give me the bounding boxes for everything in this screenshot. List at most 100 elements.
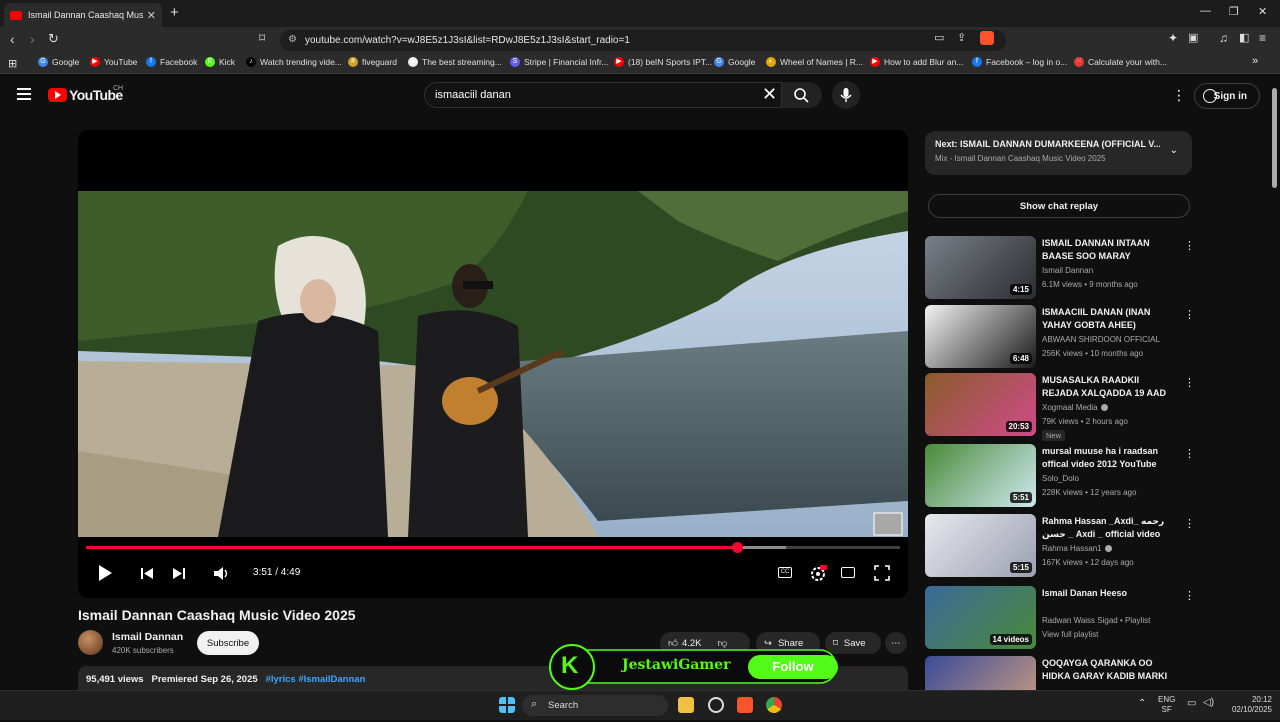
- language-indicator[interactable]: ENG SF: [1158, 695, 1175, 715]
- video-thumbnail[interactable]: 20:53: [925, 373, 1036, 436]
- more-options-icon[interactable]: ⋮: [1184, 308, 1195, 321]
- next-button[interactable]: [172, 567, 186, 580]
- previous-button[interactable]: [140, 567, 154, 580]
- video-thumbnail[interactable]: 5:51: [925, 444, 1036, 507]
- voice-search-button[interactable]: [832, 81, 860, 109]
- scrubber-handle[interactable]: [732, 542, 744, 553]
- bookmark-item[interactable]: G Google: [38, 57, 79, 67]
- file-explorer-icon[interactable]: [678, 697, 694, 713]
- apps-grid-icon[interactable]: ⊞: [8, 57, 17, 70]
- video-thumbnail[interactable]: 5:15: [925, 514, 1036, 577]
- captions-button[interactable]: CC: [778, 567, 792, 578]
- tray-overflow-icon[interactable]: ⌃: [1138, 699, 1146, 709]
- menu-icon[interactable]: ≡: [1259, 31, 1266, 45]
- video-thumbnail[interactable]: 4:15: [925, 236, 1036, 299]
- more-options-icon[interactable]: ⋮: [1184, 589, 1195, 602]
- fullscreen-button[interactable]: [874, 565, 890, 581]
- video-channel[interactable]: Radwan Waiss Sigad • Playlist: [1042, 616, 1150, 625]
- bookmark-item[interactable]: S Stripe | Financial Infr...: [510, 57, 608, 67]
- recommended-video[interactable]: 20:53 MUSASALKA RAADKII REJADA XALQADDA 1…: [925, 373, 1195, 441]
- browser-tab-active[interactable]: Ismail Dannan Caashaq Music Vi ✕: [4, 3, 162, 27]
- share-page-icon[interactable]: ⇪: [957, 31, 966, 44]
- sign-in-button[interactable]: Sign in: [1194, 83, 1260, 109]
- video-player[interactable]: 3:51 / 4:49 CC: [78, 130, 908, 598]
- up-next-card[interactable]: Next: ISMAIL DANNAN DUMARKEENA (OFFICIAL…: [925, 131, 1192, 175]
- recommended-video[interactable]: 14 videos Ismail Danan Heeso Radwan Waiss …: [925, 586, 1195, 652]
- minimize-button[interactable]: —: [1200, 5, 1211, 17]
- network-icon[interactable]: ▭: [1187, 699, 1196, 709]
- search-button[interactable]: [782, 82, 822, 108]
- bookmark-item[interactable]: ◐ Wheel of Names | R...: [766, 57, 863, 67]
- more-options-icon[interactable]: ⋮: [1184, 239, 1195, 252]
- taskbar-search[interactable]: ⌕ Search: [522, 695, 668, 716]
- more-actions-button[interactable]: ⋯: [885, 632, 907, 654]
- clock[interactable]: 20:12 02/10/2025: [1222, 695, 1272, 715]
- back-button[interactable]: ‹: [10, 31, 15, 47]
- video-title[interactable]: Ismail Danan Heeso: [1042, 587, 1178, 600]
- hamburger-menu-icon[interactable]: [17, 88, 31, 100]
- video-title[interactable]: mursal muuse ha i raadsan offical video …: [1042, 445, 1178, 471]
- address-bar[interactable]: ⚙ youtube.com/watch?v=wJ8E5z1J3sI&list=R…: [280, 30, 1006, 51]
- more-options-icon[interactable]: ⋮: [1184, 376, 1195, 389]
- channel-name[interactable]: Ismail Dannan: [112, 631, 183, 643]
- follow-button[interactable]: Follow: [748, 655, 838, 679]
- settings-app-icon[interactable]: [708, 697, 724, 713]
- settings-gear-icon[interactable]: [809, 564, 827, 582]
- show-chat-replay-button[interactable]: Show chat replay: [928, 194, 1190, 218]
- recommended-video[interactable]: 5:51 mursal muuse ha i raadsan offical vi…: [925, 444, 1195, 510]
- bookmark-item[interactable]: G Google: [714, 57, 755, 67]
- bookmark-item[interactable]: f Facebook: [146, 57, 197, 67]
- recommended-video[interactable]: 4:15 ISMAIL DANNAN INTAAN BAASE SOO MARAY…: [925, 236, 1195, 302]
- video-title[interactable]: ISMAIL DANNAN INTAAN BAASE SOO MARAY OFF…: [1042, 237, 1178, 264]
- cast-icon[interactable]: ▭: [934, 31, 944, 44]
- clear-search-icon[interactable]: ✕: [762, 84, 777, 105]
- extensions-icon[interactable]: ✦: [1168, 31, 1178, 45]
- bookmark-item[interactable]: ♪ Watch trending vide...: [246, 57, 342, 67]
- bookmark-item[interactable]: # fiveguard: [348, 57, 397, 67]
- channel-watermark[interactable]: [873, 512, 903, 536]
- video-channel[interactable]: ABWAAN SHIRDOON OFFICIAL: [1042, 335, 1160, 344]
- more-bookmarks-button[interactable]: »: [1252, 55, 1258, 67]
- recommended-video[interactable]: 6:48 ISMAACIIL DANAN (INAN YAHAY GOBTA AH…: [925, 305, 1195, 371]
- video-channel[interactable]: Ismail Dannan: [1042, 266, 1093, 275]
- bookmark-item[interactable]: f Facebook – log in o...: [972, 57, 1067, 67]
- bookmark-item[interactable]: ▶ How to add Blur an...: [870, 57, 963, 67]
- settings-more-icon[interactable]: ⋮: [1172, 87, 1186, 104]
- volume-button[interactable]: [213, 566, 231, 581]
- more-options-icon[interactable]: ⋮: [1184, 517, 1195, 530]
- video-channel[interactable]: Xogmaal Media: [1042, 403, 1108, 412]
- miniplayer-button[interactable]: [841, 567, 855, 578]
- brave-shield-icon[interactable]: [980, 31, 994, 45]
- brave-browser-icon[interactable]: [737, 697, 753, 713]
- video-channel[interactable]: Solo_Dolo: [1042, 474, 1079, 483]
- bookmark-item[interactable]: ▶ (18) beIN Sports IPT...: [614, 57, 712, 67]
- chevron-down-icon[interactable]: ⌄: [1170, 145, 1178, 156]
- wallet-icon[interactable]: ▣: [1188, 31, 1198, 44]
- video-title[interactable]: Rahma Hassan _Axdi_ رحمه حسن _ Axdi _ of…: [1042, 515, 1178, 542]
- bookmark-item[interactable]: ⁙ Calculate your with...: [1074, 57, 1167, 67]
- video-thumbnail[interactable]: 14 videos: [925, 586, 1036, 649]
- hashtags[interactable]: #lyrics #IsmailDannan: [266, 674, 366, 685]
- forward-button[interactable]: ›: [30, 31, 35, 47]
- bookmark-item[interactable]: K Kick: [205, 57, 235, 67]
- recommended-video[interactable]: 5:15 Rahma Hassan _Axdi_ رحمه حسن _ Axdi …: [925, 514, 1195, 580]
- sidebar-icon[interactable]: ◧: [1239, 31, 1249, 44]
- progress-bar[interactable]: [86, 542, 900, 553]
- search-input[interactable]: ismaaciil danan: [424, 82, 782, 108]
- chrome-icon[interactable]: [766, 697, 782, 713]
- windows-start-icon[interactable]: [499, 697, 515, 713]
- tab-close-icon[interactable]: ✕: [147, 9, 156, 22]
- more-options-icon[interactable]: ⋮: [1184, 447, 1195, 460]
- media-icon[interactable]: ♫: [1219, 31, 1228, 45]
- play-button[interactable]: [96, 564, 114, 582]
- video-title[interactable]: QOQAYGA QARANKA OO HIDKA GARAY KADIB MAR…: [1042, 657, 1178, 684]
- page-scrollbar[interactable]: [1272, 88, 1277, 188]
- video-frame[interactable]: [78, 191, 908, 537]
- video-thumbnail[interactable]: 6:48: [925, 305, 1036, 368]
- youtube-logo-icon[interactable]: [48, 88, 67, 102]
- bookmark-icon[interactable]: ⌑: [259, 31, 265, 45]
- video-title[interactable]: ISMAACIIL DANAN (INAN YAHAY GOBTA AHEE) …: [1042, 306, 1178, 333]
- subscribe-button[interactable]: Subscribe: [197, 631, 259, 655]
- video-channel[interactable]: Rahma Hassan1: [1042, 544, 1112, 553]
- site-settings-icon[interactable]: ⚙: [288, 34, 297, 45]
